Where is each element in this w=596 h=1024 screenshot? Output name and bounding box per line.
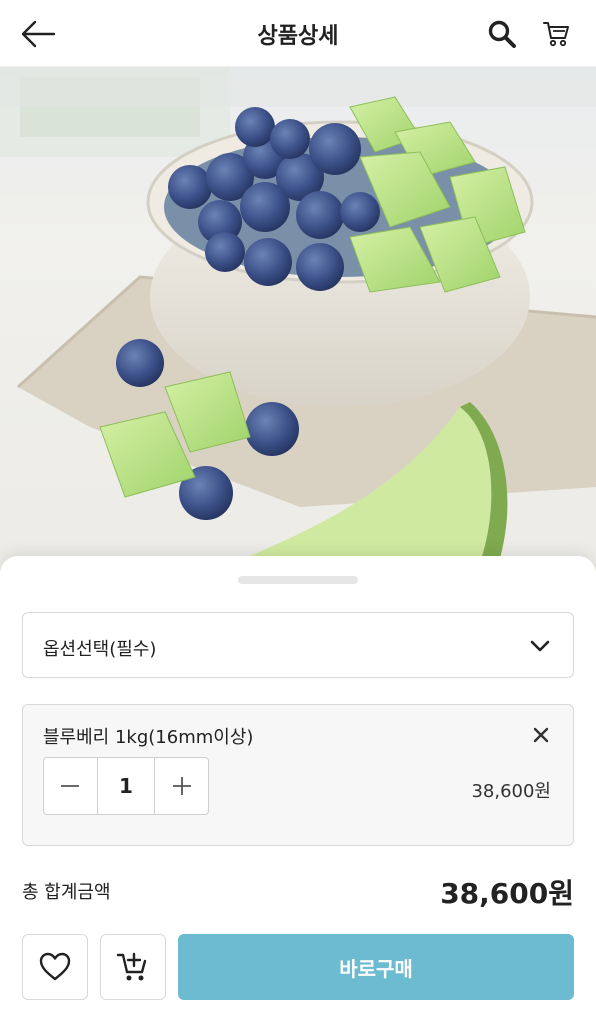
back-button[interactable] <box>18 14 58 54</box>
add-to-cart-button[interactable] <box>100 934 166 1000</box>
cart-plus-icon <box>116 952 147 981</box>
plus-icon <box>172 777 191 795</box>
product-photo <box>0 67 596 587</box>
cart-button[interactable] <box>538 16 574 52</box>
quantity-stepper: 1 <box>43 757 209 815</box>
purchase-sheet: 옵션선택(필수) 블루베리 1kg(16mm이상) 1 38,600원 총 합계… <box>0 556 596 1024</box>
option-select[interactable]: 옵션선택(필수) <box>22 612 574 678</box>
decrease-quantity-button[interactable] <box>44 758 97 814</box>
selected-option-name: 블루베리 1kg(16mm이상) <box>43 727 254 748</box>
cart-icon <box>543 22 569 47</box>
minus-icon <box>61 785 80 787</box>
wishlist-button[interactable] <box>22 934 88 1000</box>
sheet-handle[interactable] <box>238 576 358 584</box>
product-image[interactable] <box>0 67 596 587</box>
total-label: 총 합계금액 <box>22 882 111 903</box>
selected-option-item: 블루베리 1kg(16mm이상) 1 38,600원 <box>22 704 574 846</box>
search-button[interactable] <box>484 16 520 52</box>
quantity-value[interactable]: 1 <box>96 758 156 814</box>
total-price: 38,600원 <box>440 877 574 910</box>
option-select-label: 옵션선택(필수) <box>43 639 157 660</box>
header-bar: 상품상세 <box>0 0 596 67</box>
close-icon <box>533 727 549 743</box>
remove-option-button[interactable] <box>527 721 555 749</box>
heart-icon <box>39 952 71 981</box>
chevron-down-icon <box>527 633 553 659</box>
selected-option-price: 38,600원 <box>471 781 551 802</box>
buy-now-button[interactable]: 바로구매 <box>178 934 574 1000</box>
increase-quantity-button[interactable] <box>155 758 208 814</box>
search-icon <box>488 20 516 48</box>
arrow-left-icon <box>21 20 56 48</box>
